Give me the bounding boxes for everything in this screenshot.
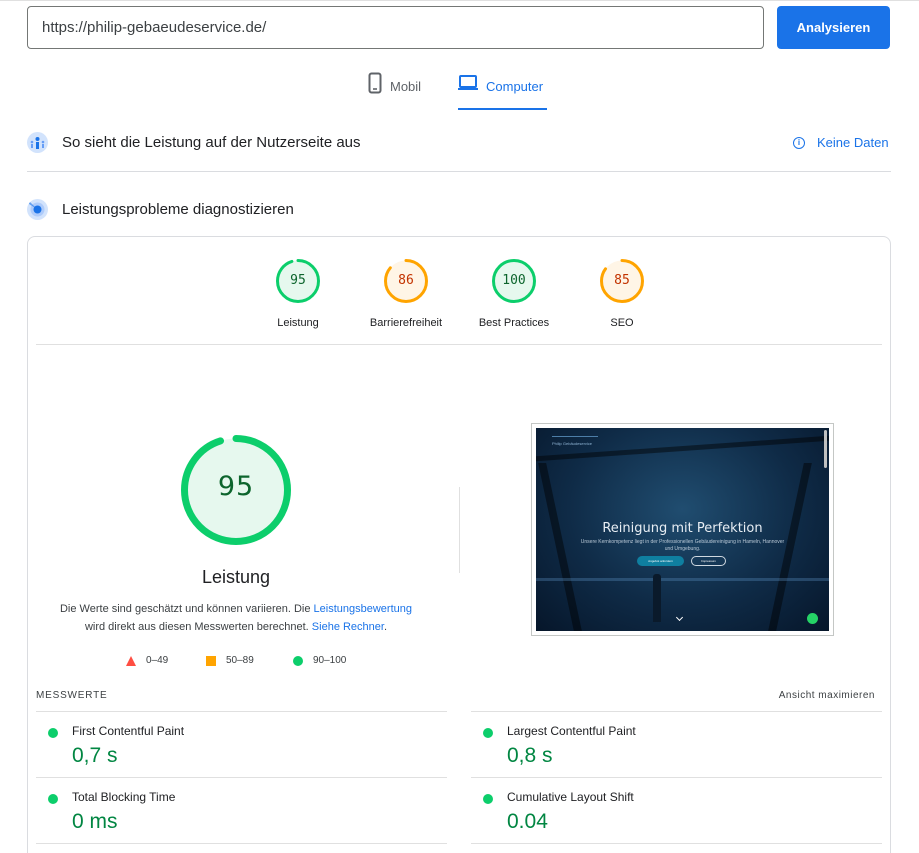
legend-good: 90–100 (293, 655, 346, 666)
screenshot-canvas: Philip Gebäudeservice Reinigung mit Perf… (536, 428, 829, 631)
report-card: 95 Leistung 86 Barrierefreiheit 100 Best… (27, 236, 891, 853)
url-input[interactable] (27, 6, 764, 49)
lab-data-header: Leistungsprobleme diagnostizieren (27, 199, 294, 220)
site-person-silhouette (653, 574, 661, 622)
metric-name: First Contentful Paint (72, 724, 185, 738)
scores-divider (36, 344, 882, 345)
vertical-separator (459, 487, 460, 573)
gauge-value: 85 (614, 273, 630, 288)
big-gauge-title: Leistung (201, 567, 271, 587)
metric-divider (471, 711, 882, 712)
gauge-value: 100 (502, 273, 526, 288)
field-data-title: So sieht die Leistung auf der Nutzerseit… (62, 134, 361, 151)
section-divider (27, 171, 891, 172)
metric-divider (36, 711, 447, 712)
metric-value: 0 ms (72, 810, 118, 833)
metric-name: Total Blocking Time (72, 790, 176, 804)
triangle-icon (126, 655, 136, 666)
desc-text-2: wird direkt aus diesen Messwerten berech… (84, 621, 312, 633)
score-gauge-seo[interactable]: 85 SEO (567, 259, 677, 329)
score-gauge-performance[interactable]: 95 Leistung (243, 259, 353, 329)
metric-divider (471, 843, 882, 844)
score-gauge-accessibility[interactable]: 86 Barrierefreiheit (351, 259, 461, 329)
site-secondary-button: Impressum (691, 556, 726, 566)
metric-divider (36, 777, 447, 778)
gauge-label: SEO (610, 317, 634, 329)
metric-name: Cumulative Layout Shift (507, 790, 634, 804)
gauge-label: Best Practices (478, 317, 550, 329)
metrics-title: MESSWERTE (36, 690, 108, 701)
site-primary-button: Angebot anfordern (637, 556, 684, 566)
gauge-label: Leistung (277, 317, 319, 329)
tab-desktop-label: Computer (486, 79, 544, 94)
tab-mobile[interactable]: Mobil (368, 72, 438, 110)
site-headline: Reinigung mit Perfektion (602, 521, 763, 536)
square-icon (206, 655, 216, 666)
analyze-button[interactable]: Analysieren (777, 6, 890, 49)
legend-average: 50–89 (206, 655, 254, 666)
info-icon: i (793, 136, 805, 149)
good-status-icon (48, 728, 58, 738)
tab-desktop[interactable]: Computer (458, 72, 547, 110)
metric-value: 0.04 (507, 810, 548, 833)
metric-name: Largest Contentful Paint (507, 724, 636, 738)
metric-value: 0,7 s (72, 744, 118, 767)
crux-users-icon (27, 132, 48, 153)
calculator-link[interactable]: Siehe Rechner (312, 621, 384, 633)
performance-big-gauge: 95 (181, 435, 291, 545)
good-status-icon (483, 794, 493, 804)
tab-mobile-label: Mobil (390, 79, 422, 94)
smartphone-icon (368, 72, 382, 94)
good-status-icon (48, 794, 58, 804)
lighthouse-icon (27, 199, 48, 220)
desc-text-3: . (383, 621, 388, 633)
chevron-down-icon (675, 613, 684, 622)
lab-data-title: Leistungsprobleme diagnostizieren (62, 201, 294, 218)
legend-label: 90–100 (313, 655, 347, 666)
no-data-link[interactable]: i Keine Daten (793, 135, 889, 150)
gauge-value: 95 (290, 273, 306, 288)
performance-score-link[interactable]: Leistungsbewertung (314, 603, 412, 615)
laptop-icon (458, 72, 478, 94)
no-data-label: Keine Daten (817, 135, 889, 150)
site-subline: Unsere Kernkompetenz liegt in der Profes… (580, 539, 785, 552)
site-logo-text: Philip Gebäudeservice (552, 441, 593, 446)
metric-divider (471, 777, 882, 778)
gauge-value: 86 (398, 273, 414, 288)
legend-label: 0–49 (146, 655, 169, 666)
expand-view-toggle[interactable]: Ansicht maximieren (779, 690, 875, 701)
big-gauge-value: 95 (217, 471, 255, 502)
field-data-header: So sieht die Leistung auf der Nutzerseit… (27, 132, 361, 153)
score-description: Die Werte sind geschätzt und können vari… (56, 600, 416, 636)
score-gauge-best-practices[interactable]: 100 Best Practices (459, 259, 569, 329)
desc-text-1: Die Werte sind geschätzt und können vari… (59, 603, 314, 615)
metric-divider (36, 843, 447, 844)
screenshot-scrollbar (824, 430, 827, 468)
legend-poor: 0–49 (126, 655, 168, 666)
metric-value: 0,8 s (507, 744, 553, 767)
top-border (0, 0, 919, 1)
page-screenshot: Philip Gebäudeservice Reinigung mit Perf… (531, 423, 834, 636)
site-logo: Philip Gebäudeservice (552, 436, 598, 450)
circle-icon (293, 655, 303, 666)
gauge-label: Barrierefreiheit (369, 317, 443, 329)
whatsapp-icon (807, 613, 818, 624)
legend-label: 50–89 (226, 655, 254, 666)
good-status-icon (483, 728, 493, 738)
